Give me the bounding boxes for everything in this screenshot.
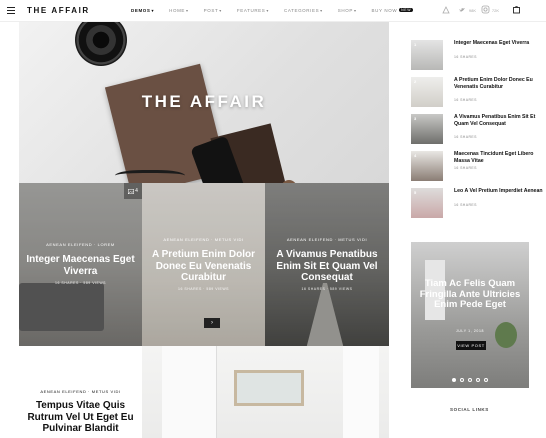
plant-image [495,322,517,348]
post-thumbnail[interactable]: 1 [411,40,443,70]
slider-dots [411,378,529,382]
post-title[interactable]: A Pretium Enim Dolor Donec Eu Venenatis … [148,249,259,284]
nav-label: CATEGORIES [284,8,320,13]
post-category[interactable]: AENEAN ELEIFEND · METUS VIDI [265,237,389,242]
share-count: 16 SHARES [454,98,477,102]
nav-label: HOME [169,8,186,13]
share-count: 16 SHARES [454,166,477,170]
photo-count: 4 [135,188,138,194]
featured-slider[interactable]: Tiam Ac Felis Quam Fringilla Ante Ultric… [411,242,529,388]
bell-icon[interactable] [442,6,450,14]
post-meta: 16 SHARES · 589 VIEWS [178,287,229,291]
rank-number: 1 [414,42,417,47]
twitter-icon[interactable] [458,6,466,14]
site-header: THE AFFAIR DEMOS▾ HOME▾ POST▾ FEATURES▾ … [0,0,546,22]
slider-dot[interactable] [476,378,480,382]
hero-title: THE AFFAIR [141,92,267,111]
chevron-down-icon: ▾ [266,8,269,13]
post-category[interactable]: AENEAN ELEIFEND · LOREM [19,242,142,247]
site-logo[interactable]: THE AFFAIR [27,6,90,15]
list-item[interactable]: 3 A Vivamus Penatibus Enim Sit Et Quam V… [411,114,541,144]
post-thumbnail[interactable]: 2 [411,77,443,107]
cart-icon[interactable] [512,5,521,14]
window-image [162,346,217,438]
menu-icon[interactable] [7,7,15,14]
post-title[interactable]: Integer Maecenas Eget Viverra [454,40,544,47]
nav-label: SHOP [337,8,353,13]
new-badge: NEW [399,8,414,12]
slider-dot[interactable] [484,378,488,382]
post-meta: 16 SHARES · 589 VIEWS [55,281,106,285]
nav-label: POST [203,8,219,13]
nav-home[interactable]: HOME▾ [169,8,189,13]
post-title[interactable]: Tempus Vitae Quis Rutrum Vel Ut Eget Eu … [27,400,134,435]
next-arrow-button[interactable]: › [204,318,220,328]
share-count: 16 SHARES [454,135,477,139]
list-item[interactable]: 4 Maecenas Tincidunt Eget Libero Massa V… [411,151,541,181]
post-thumbnail[interactable]: 4 [411,151,443,181]
nav-features[interactable]: FEATURES▾ [237,8,269,13]
image-icon [128,188,135,194]
nav-buy-now[interactable]: BUY NOW NEW [372,8,414,13]
list-item[interactable]: 1 Integer Maecenas Eget Viverra 16 SHARE… [411,40,541,70]
nav-categories[interactable]: CATEGORIES▾ [284,8,323,13]
instagram-count: 72K [491,8,499,13]
post-thumbnail[interactable]: 5 [411,188,443,218]
nav-label: DEMOS [131,8,151,13]
post-thumbnail[interactable]: 3 [411,114,443,144]
rank-number: 2 [414,79,417,84]
instagram-icon[interactable] [481,5,490,14]
post-title[interactable]: A Vivamus Penatibus Enim Sit Et Quam Vel… [271,249,383,284]
post-category[interactable]: AENEAN ELEIFEND · METUS VIDI [142,237,265,242]
rank-number: 5 [414,190,417,195]
slide-title[interactable]: Tiam Ac Felis Quam Fringilla Ante Ultric… [417,278,523,311]
post-tile[interactable]: AENEAN ELEIFEND · METUS VIDI A Vivamus P… [265,183,389,346]
share-count: 16 SHARES [454,203,477,207]
post-category[interactable]: AENEAN ELEIFEND · METUS VIDI [19,389,142,394]
gallery-badge: 4 [124,183,142,199]
chevron-down-icon: ▾ [320,8,323,13]
post-tile[interactable]: 4 AENEAN ELEIFEND · LOREM Integer Maecen… [19,183,142,346]
post-title[interactable]: A Pretium Enim Dolor Donec Eu Venenatis … [454,77,544,90]
social-links-heading: SOCIAL LINKS [450,407,489,412]
chevron-down-icon: ▾ [151,8,155,13]
picture-frame-image [234,370,304,406]
post-card[interactable]: AENEAN ELEIFEND · METUS VIDI Tempus Vita… [19,346,142,438]
nav-label: BUY NOW [371,8,398,13]
view-post-button[interactable]: VIEW POST [456,341,486,350]
list-item[interactable]: 2 A Pretium Enim Dolor Donec Eu Venenati… [411,77,541,107]
hero-banner[interactable]: THE AFFAIR [19,22,389,183]
post-title[interactable]: Integer Maecenas Eget Viverra [25,254,136,277]
post-title[interactable]: A Vivamus Penatibus Enim Sit Et Quam Vel… [454,114,544,127]
post-meta: 16 SHARES · 589 VIEWS [301,287,353,291]
twitter-count: 98K [468,8,476,13]
post-title[interactable]: Leo A Vel Pretium Imperdiet Aenean [454,188,544,195]
list-item[interactable]: 5 Leo A Vel Pretium Imperdiet Aenean 16 … [411,188,544,218]
post-tile[interactable]: AENEAN ELEIFEND · METUS VIDI A Pretium E… [142,183,265,346]
curtain-image [343,346,379,438]
slider-dot[interactable] [452,378,456,382]
slider-dot[interactable] [468,378,472,382]
chevron-down-icon: ▾ [219,8,222,13]
main-nav: DEMOS▾ HOME▾ POST▾ FEATURES▾ CATEGORIES▾… [131,8,428,13]
slider-dot[interactable] [460,378,464,382]
sunglasses-image [115,170,185,183]
post-title[interactable]: Maecenas Tincidunt Eget Libero Massa Vit… [454,151,544,164]
chevron-down-icon: ▾ [186,8,189,13]
post-image[interactable] [142,346,389,438]
nav-demos[interactable]: DEMOS▾ [131,8,154,13]
rank-number: 4 [414,153,417,158]
chevron-down-icon: ▾ [353,8,357,13]
rank-number: 3 [414,116,417,121]
slide-date: JULY 1, 2018 [455,329,485,333]
share-count: 16 SHARES [454,55,477,59]
nav-post[interactable]: POST▾ [204,8,222,13]
nav-shop[interactable]: SHOP▾ [338,8,357,13]
nav-label: FEATURES [236,8,266,13]
